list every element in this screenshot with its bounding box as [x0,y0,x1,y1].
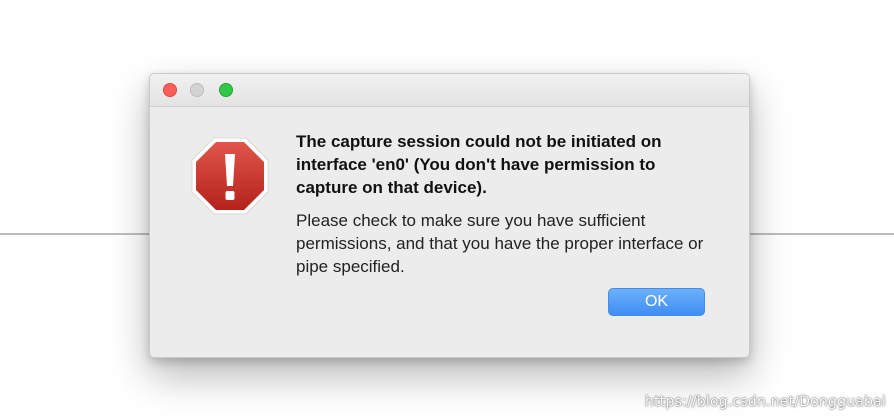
screen: The capture session could not be initiat… [0,0,894,420]
ok-button[interactable]: OK [608,288,705,316]
stop-sign-alert-icon [191,137,269,215]
dialog-titlebar [150,74,749,107]
minimize-window-button[interactable] [190,83,204,97]
alert-dialog: The capture session could not be initiat… [149,73,750,358]
watermark-text: https://blog.csdn.net/Dongguabai [645,394,886,410]
zoom-window-button[interactable] [219,83,233,97]
background-divider-left [0,233,150,235]
alert-body-text: Please check to make sure you have suffi… [296,211,704,276]
close-window-button[interactable] [163,83,177,97]
alert-title-text: The capture session could not be initiat… [296,132,662,197]
background-divider-right [748,233,894,235]
